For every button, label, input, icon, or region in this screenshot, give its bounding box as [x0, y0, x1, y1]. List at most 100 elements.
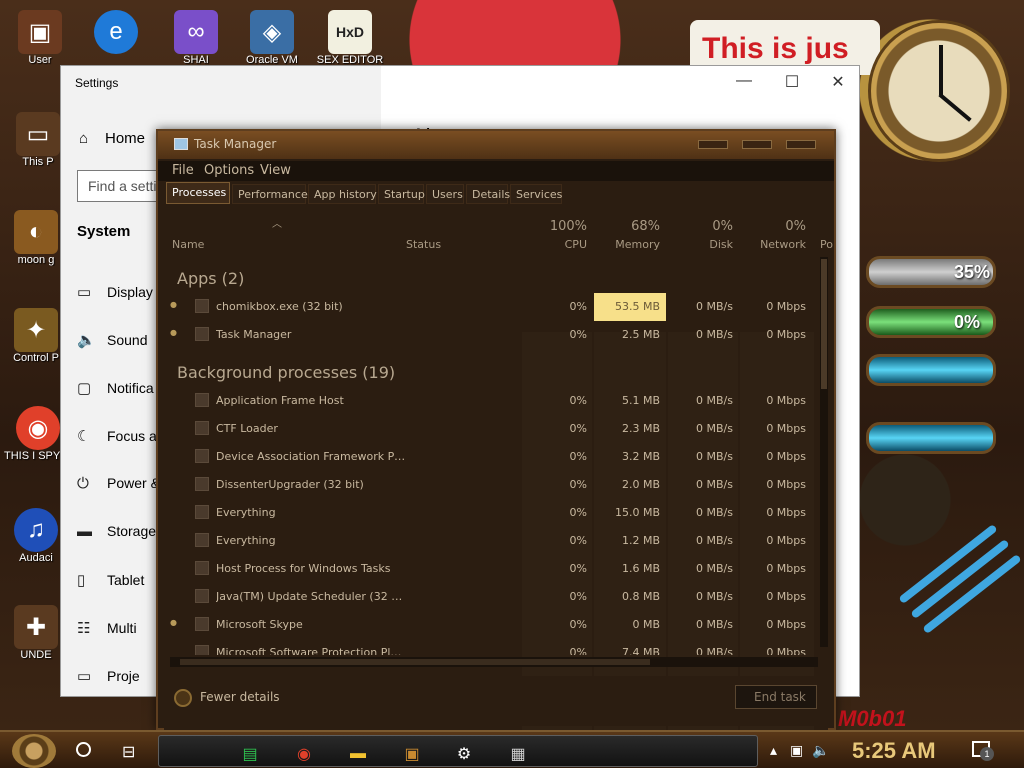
table-row[interactable]: DissenterUpgrader (32 bit) 0% 2.0 MB 0 M… [164, 471, 814, 499]
tab-startup[interactable]: Startup [378, 184, 425, 204]
column-header-status[interactable]: Status [406, 238, 441, 251]
expand-arrow-icon[interactable]: ● [170, 328, 177, 337]
table-row[interactable]: Java(TM) Update Scheduler (32 bit) 0% 0.… [164, 583, 814, 611]
process-icon [195, 617, 209, 631]
clock-time[interactable]: 5:25 AM [852, 738, 936, 764]
close-button[interactable] [786, 140, 816, 149]
tab-users[interactable]: Users [426, 184, 464, 204]
projecting-icon: ▭ [77, 668, 92, 685]
table-row[interactable]: CTF Loader 0% 2.3 MB 0 MB/s 0 Mbps [164, 415, 814, 443]
table-row[interactable]: Application Frame Host 0% 5.1 MB 0 MB/s … [164, 387, 814, 415]
menu-file[interactable]: File [172, 163, 194, 178]
settings-item-multitasking[interactable]: ☷ Multi [77, 619, 137, 637]
settings-item-projecting[interactable]: ▭ Proje [77, 667, 140, 685]
moon-game-icon: ◐ [14, 210, 58, 254]
network-icon[interactable]: ▣ [790, 742, 803, 759]
column-header-memory[interactable]: Memory [604, 238, 660, 251]
table-row[interactable]: Everything 0% 1.2 MB 0 MB/s 0 Mbps [164, 527, 814, 555]
desktop-icon-edge[interactable]: e [82, 10, 150, 54]
chrome-icon[interactable]: ◉ [291, 742, 317, 766]
settings-gear-icon[interactable]: ⚙ [451, 742, 477, 766]
process-memory: 0.8 MB [621, 590, 660, 603]
menu-options[interactable]: Options [204, 163, 254, 178]
notifications-icon: ▢ [77, 380, 92, 397]
start-button[interactable] [12, 734, 56, 768]
process-cpu: 0% [569, 394, 587, 407]
audacity-icon: ♫ [14, 508, 58, 552]
process-network: 0 Mbps [766, 590, 806, 603]
process-cpu: 0% [569, 646, 587, 655]
column-header-network[interactable]: Network [750, 238, 806, 251]
settings-item-storage[interactable]: ▬ Storage [77, 523, 156, 540]
settings-item-notifications[interactable]: ▢ Notifica [77, 379, 154, 397]
settings-item-power[interactable]: ⏻ Power & [77, 475, 160, 492]
tab-performance[interactable]: Performance [232, 184, 308, 204]
sheets-icon[interactable]: ▤ [237, 742, 263, 766]
column-header-cpu[interactable]: CPU [532, 238, 587, 251]
minimize-button[interactable] [698, 140, 728, 149]
process-name: Host Process for Windows Tasks [216, 562, 391, 575]
process-list: ︿ Name Status 100% CPU 68% Memory 0% Dis… [164, 207, 833, 747]
column-header-name[interactable]: Name [172, 238, 204, 251]
table-row[interactable]: Microsoft Software Protection Platf... 0… [164, 639, 814, 655]
process-network: 0 Mbps [766, 618, 806, 631]
chevron-up-icon[interactable]: ▴ [770, 742, 777, 759]
table-row[interactable]: ● Task Manager 0% 2.5 MB 0 MB/s 0 Mbps [164, 321, 814, 349]
maximize-button[interactable] [742, 140, 772, 149]
table-row[interactable]: ● Microsoft Skype 0% 0 MB 0 MB/s 0 Mbps [164, 611, 814, 639]
process-network: 0 Mbps [766, 328, 806, 341]
task-manager-titlebar[interactable]: Task Manager [158, 131, 834, 159]
close-button[interactable]: ✕ [823, 72, 853, 92]
settings-item-sound[interactable]: 🔈 Sound [77, 331, 147, 349]
table-row[interactable]: Everything 0% 15.0 MB 0 MB/s 0 Mbps [164, 499, 814, 527]
cortana-search-icon[interactable] [76, 742, 91, 757]
settings-item-label: Notifica [107, 380, 154, 396]
settings-item-focus-assist[interactable]: ☾ Focus as [77, 427, 164, 445]
expand-arrow-icon[interactable]: ● [170, 618, 177, 627]
vertical-scrollbar[interactable] [820, 257, 828, 647]
tab-details[interactable]: Details [466, 184, 510, 204]
table-row[interactable]: Device Association Framework Pro... 0% 3… [164, 443, 814, 471]
scrollbar-thumb[interactable] [180, 659, 650, 665]
chevron-up-icon[interactable] [174, 689, 192, 707]
table-row[interactable]: ● chomikbox.exe (32 bit) 0% 53.5 MB 0 MB… [164, 293, 814, 321]
tab-processes[interactable]: Processes [166, 182, 230, 204]
desktop-icon-virtualbox[interactable]: ◈ Oracle VM [238, 10, 306, 66]
tab-services[interactable]: Services [510, 184, 562, 204]
settings-item-tablet[interactable]: ▯ Tablet [77, 571, 144, 589]
minimize-button[interactable]: — [729, 72, 759, 90]
horizontal-scrollbar[interactable] [170, 657, 818, 667]
process-cpu: 0% [569, 328, 587, 341]
end-task-button[interactable]: End task [735, 685, 817, 709]
desktop-icon-hxd[interactable]: HxD SEX EDITOR [316, 10, 384, 66]
process-memory: 3.2 MB [621, 450, 660, 463]
volume-icon[interactable]: 🔈 [812, 742, 829, 759]
column-header-disk[interactable]: Disk [678, 238, 733, 251]
fewer-details-button[interactable]: Fewer details [200, 690, 280, 704]
desktop-icon-user[interactable]: ▣ User [6, 10, 74, 66]
process-network: 0 Mbps [766, 646, 806, 655]
expand-arrow-icon[interactable]: ● [170, 300, 177, 309]
settings-item-display[interactable]: ▭ Display [77, 283, 153, 301]
clock-hand [938, 93, 972, 122]
menu-view[interactable]: View [260, 163, 291, 178]
process-memory: 1.6 MB [621, 562, 660, 575]
settings-home-link[interactable]: ⌂ Home [79, 130, 145, 147]
settings-item-label: Proje [107, 668, 140, 684]
desktop-icon-visual-studio[interactable]: ∞ SHAI [162, 10, 230, 66]
group-title-background: Background processes (19) [177, 363, 396, 382]
process-name: chomikbox.exe (32 bit) [216, 300, 343, 313]
column-header-power[interactable]: Po [820, 238, 833, 251]
scrollbar-thumb[interactable] [821, 259, 827, 389]
task-view-icon[interactable]: ⊟ [122, 742, 135, 762]
tab-app-history[interactable]: App history [308, 184, 377, 204]
file-explorer-icon[interactable]: ▬ [345, 742, 371, 766]
chomikbox-icon[interactable]: ▣ [399, 742, 425, 766]
process-disk: 0 MB/s [696, 422, 733, 435]
table-row[interactable]: Host Process for Windows Tasks 0% 1.6 MB… [164, 555, 814, 583]
task-manager-icon[interactable]: ▦ [505, 742, 531, 766]
maximize-button[interactable]: ☐ [777, 72, 807, 92]
process-name: Microsoft Software Protection Platf... [216, 646, 406, 655]
process-icon [195, 327, 209, 341]
process-icon [195, 533, 209, 547]
